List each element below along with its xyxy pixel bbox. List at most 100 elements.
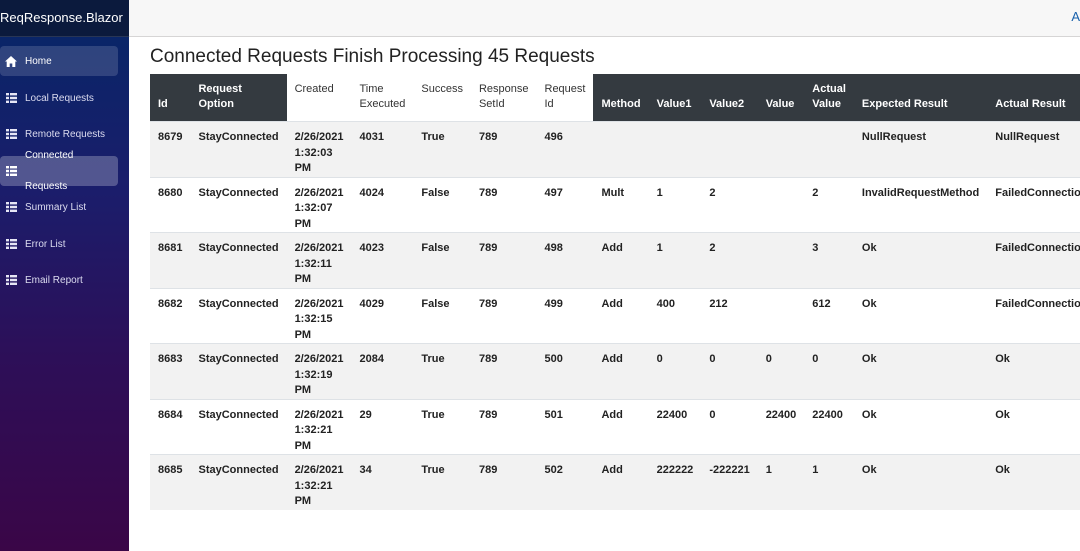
list-icon xyxy=(0,202,22,212)
table-cell: 8685 xyxy=(150,454,191,510)
table-cell: 8680 xyxy=(150,176,191,233)
home-icon xyxy=(0,55,22,67)
table-cell: 2 xyxy=(701,176,758,233)
table-cell: 2/26/2021 1:32:21 PM xyxy=(286,398,352,455)
table-cell xyxy=(757,176,805,233)
table-cell: 502 xyxy=(536,454,594,510)
table-cell: FailedConnection xyxy=(987,232,1080,288)
column-header: Value2 xyxy=(701,74,758,122)
column-header: Success xyxy=(413,74,471,122)
table-cell: 2/26/2021 1:32:15 PM xyxy=(286,287,352,344)
table-cell: 22400 xyxy=(648,398,702,455)
table-cell: 3 xyxy=(804,232,854,288)
about-link[interactable]: A xyxy=(1071,9,1080,24)
table-cell: Mult xyxy=(593,176,649,233)
table-cell: 496 xyxy=(536,121,594,177)
table-cell xyxy=(757,232,805,288)
sidebar-item-label: Email Report xyxy=(25,274,83,286)
table-cell: StayConnected xyxy=(190,287,287,344)
table-cell: 8681 xyxy=(150,232,191,288)
sidebar-item-summary-list[interactable]: Summary List xyxy=(0,194,118,220)
list-icon xyxy=(0,239,22,249)
table-cell: FailedConnection xyxy=(987,287,1080,344)
table-cell: Add xyxy=(593,343,649,399)
app-brand[interactable]: ReqResponse.Blazor xyxy=(0,0,129,37)
column-header: Created xyxy=(286,74,352,122)
sidebar-item-home[interactable]: Home xyxy=(0,46,118,76)
table-cell: 34 xyxy=(351,454,414,510)
table-cell: Add xyxy=(593,398,649,455)
table-cell: 0 xyxy=(804,343,854,399)
table-cell: 2/26/2021 1:32:07 PM xyxy=(286,176,352,233)
table-cell: 1 xyxy=(648,176,702,233)
table-cell: 789 xyxy=(470,232,537,288)
table-cell: 8679 xyxy=(150,121,191,177)
table-cell: 0 xyxy=(648,343,702,399)
table-cell: False xyxy=(413,287,471,344)
sidebar-item-label: Summary List xyxy=(25,201,87,213)
table-cell: FailedConnection xyxy=(987,176,1080,233)
table-cell: 1 xyxy=(648,232,702,288)
top-bar: A xyxy=(129,0,1080,37)
sidebar-item-label: Connected xyxy=(25,150,74,161)
table-row: 8682 StayConnected 2/26/2021 1:32:15 PM 402… xyxy=(150,287,1080,344)
column-header: Value xyxy=(757,74,805,122)
table-cell: 789 xyxy=(470,454,537,510)
table-cell: 2/26/2021 1:32:19 PM xyxy=(286,343,352,399)
table-cell: 0 xyxy=(701,343,758,399)
table-cell: 2 xyxy=(804,176,854,233)
sidebar-item-label: Error List xyxy=(25,238,66,250)
table-cell: 8683 xyxy=(150,343,191,399)
table-cell: StayConnected xyxy=(190,343,287,399)
table-cell: Ok xyxy=(987,343,1080,399)
table-cell: 2/26/2021 1:32:03 PM xyxy=(286,121,352,177)
sidebar-item-error-list[interactable]: Error List xyxy=(0,230,118,258)
table-cell: False xyxy=(413,232,471,288)
table-cell xyxy=(757,121,805,177)
sidebar-item-remote-requests[interactable]: Remote Requests xyxy=(0,120,118,148)
sidebar-item-local-requests[interactable]: Local Requests xyxy=(0,84,118,112)
sidebar-item-label: Local Requests xyxy=(25,92,94,104)
table-cell: Ok xyxy=(987,454,1080,510)
sidebar: ReqResponse.Blazor Home Local Requests R… xyxy=(0,0,129,551)
table-cell: False xyxy=(413,176,471,233)
column-header: Expected Result xyxy=(853,74,988,122)
sidebar-item-label: Remote Requests xyxy=(25,128,106,140)
table-cell: Add xyxy=(593,232,649,288)
table-cell: True xyxy=(413,343,471,399)
table-cell: 22400 xyxy=(757,398,805,455)
table-cell: True xyxy=(413,121,471,177)
table-row: 8680 StayConnected 2/26/2021 1:32:07 PM 402… xyxy=(150,176,1080,233)
table-cell: 789 xyxy=(470,398,537,455)
table-cell: Ok xyxy=(853,454,988,510)
column-header: Response SetId xyxy=(470,74,537,122)
column-header: Request Option xyxy=(190,74,287,122)
table-cell: 400 xyxy=(648,287,702,344)
table-cell: 789 xyxy=(470,176,537,233)
column-header: Actual Value xyxy=(804,74,854,122)
table-cell: 2/26/2021 1:32:21 PM xyxy=(286,454,352,510)
column-header: Time Executed xyxy=(351,74,414,122)
table-cell: StayConnected xyxy=(190,176,287,233)
column-header: Id xyxy=(150,74,191,122)
table-cell: 8682 xyxy=(150,287,191,344)
list-icon xyxy=(0,166,22,176)
table-cell: 789 xyxy=(470,287,537,344)
table-cell xyxy=(701,121,758,177)
table-cell: 501 xyxy=(536,398,594,455)
table-cell: NullRequest xyxy=(987,121,1080,177)
table-cell: StayConnected xyxy=(190,232,287,288)
table-cell xyxy=(757,287,805,344)
table-cell: 222222 xyxy=(648,454,702,510)
table-cell: StayConnected xyxy=(190,454,287,510)
table-cell: 500 xyxy=(536,343,594,399)
table-cell: NullRequest xyxy=(853,121,988,177)
table-cell: 612 xyxy=(804,287,854,344)
column-header: Method xyxy=(593,74,649,122)
table-cell: Ok xyxy=(853,287,988,344)
table-cell xyxy=(648,121,702,177)
sidebar-item-email-report[interactable]: Email Report xyxy=(0,266,118,294)
table-cell: 789 xyxy=(470,343,537,399)
table-cell: StayConnected xyxy=(190,398,287,455)
table-row: 8684 StayConnected 2/26/2021 1:32:21 PM 29 T… xyxy=(150,398,1080,455)
